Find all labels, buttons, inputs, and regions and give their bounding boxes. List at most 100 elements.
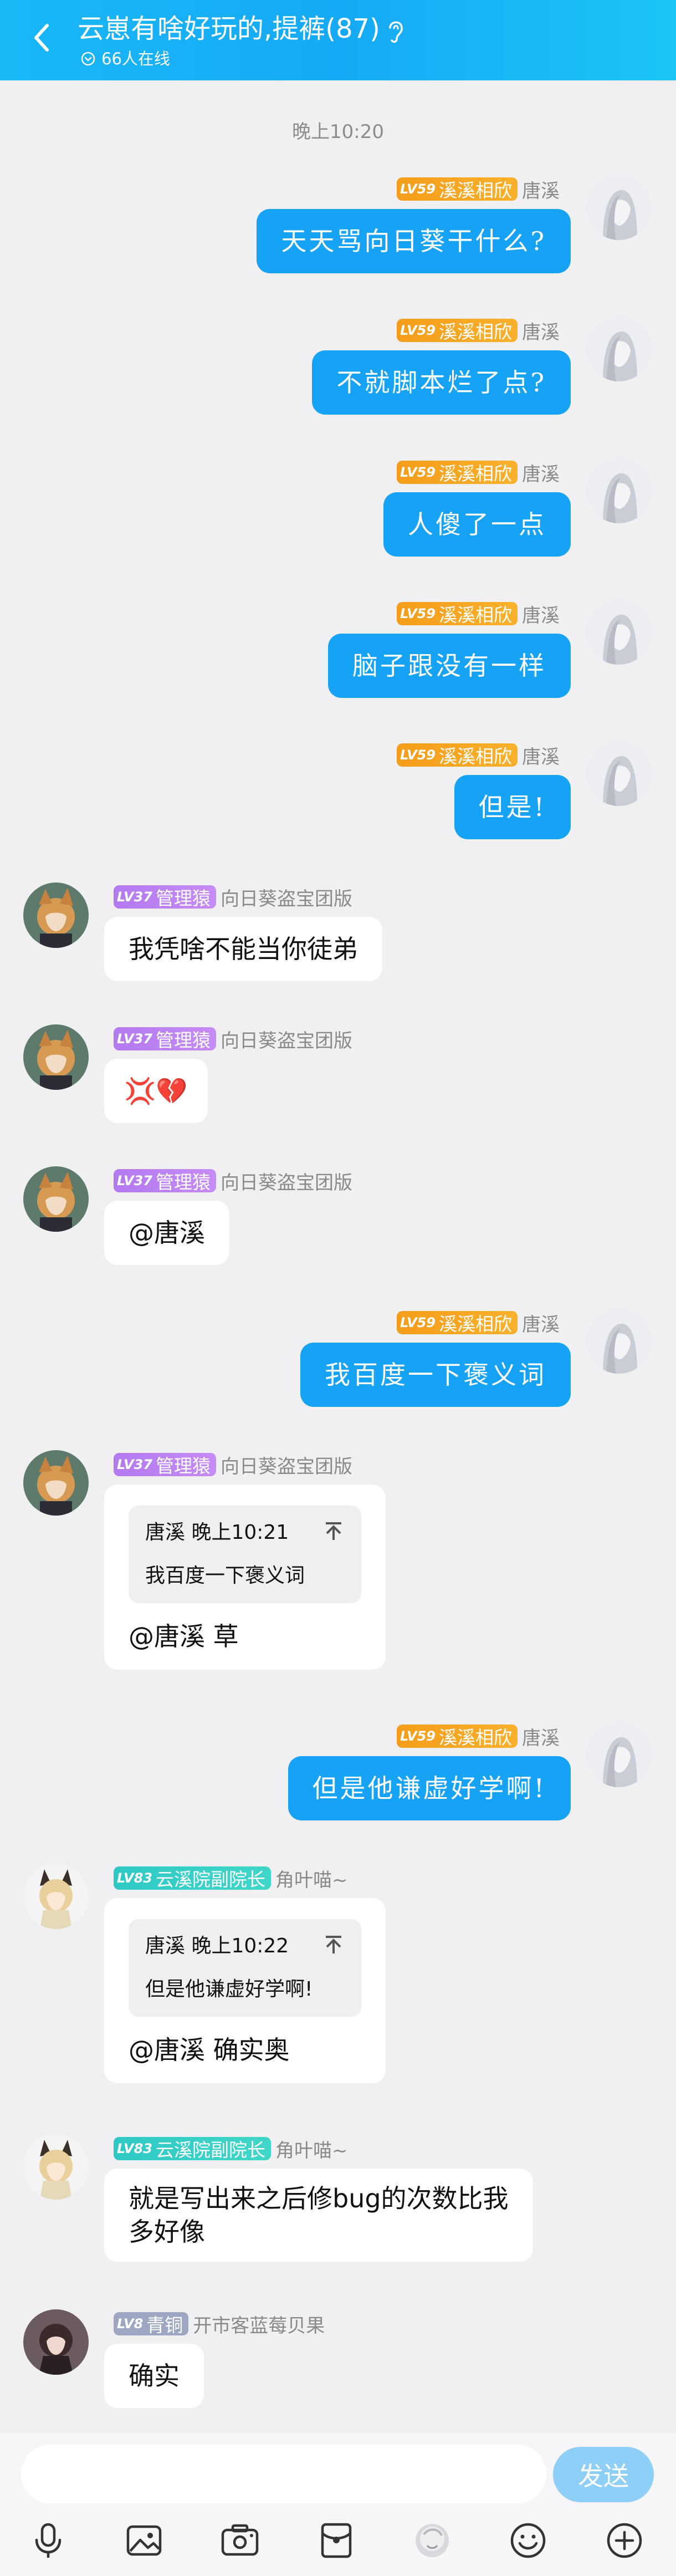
send-button[interactable]: 发送 xyxy=(553,2447,654,2502)
image-button[interactable] xyxy=(119,2516,169,2565)
message-bubble[interactable]: 我百度一下褒义词 xyxy=(300,1343,571,1407)
sticker-button[interactable] xyxy=(407,2516,457,2565)
sender-name: 角叶喵~ xyxy=(275,1869,348,1891)
message-text: @唐溪 草 xyxy=(129,1621,239,1651)
sender-name: 唐溪 xyxy=(522,746,560,768)
plus-icon xyxy=(607,2523,642,2558)
message-bubble[interactable]: 天天骂向日葵干什么? xyxy=(257,209,571,273)
avatar[interactable] xyxy=(586,1722,652,1787)
message-text-line: 多好像 xyxy=(129,2217,205,2247)
sender-meta: LV59 溪溪相欣 唐溪 xyxy=(397,460,560,486)
message-bubble[interactable]: 脑子跟没有一样 xyxy=(328,634,571,698)
emoji-icon xyxy=(510,2523,546,2558)
member-badge: LV83 云溪院副院长 xyxy=(114,1866,271,1890)
more-button[interactable] xyxy=(600,2516,649,2565)
online-count[interactable]: 66人在线 xyxy=(80,49,170,69)
sender-meta: LV37 管理猿 向日葵盗宝团版 xyxy=(114,885,352,910)
red-packet-button[interactable] xyxy=(311,2516,361,2565)
chat-header: 云崽有啥好玩的,提裤(87) 66人在线 xyxy=(0,0,676,80)
message-text: @唐溪 确实奥 xyxy=(129,2035,290,2065)
member-badge: LV59 溪溪相欣 xyxy=(397,319,518,343)
member-badge: LV37 管理猿 xyxy=(114,1169,216,1193)
badge-title: 溪溪相欣 xyxy=(439,746,512,767)
avatar[interactable] xyxy=(23,1450,89,1516)
sender-meta: LV59 溪溪相欣 唐溪 xyxy=(397,177,560,202)
sender-meta: LV8 青铜 开市客蓝莓贝果 xyxy=(114,2312,325,2337)
sender-name: 唐溪 xyxy=(522,604,560,627)
message-bubble[interactable]: 不就脚本烂了点? xyxy=(312,350,571,415)
back-button[interactable] xyxy=(30,21,64,60)
message-bubble[interactable]: 唐溪 晚上10:22 但是他谦虚好学啊! @唐溪 确实奥 xyxy=(104,1898,386,2083)
camera-icon xyxy=(221,2524,259,2556)
message-bubble[interactable]: @唐溪 xyxy=(104,1201,229,1265)
jump-to-top-icon[interactable] xyxy=(322,1520,345,1542)
quote-text: 但是他谦虚好学啊! xyxy=(145,1978,313,2001)
message-bubble[interactable]: 唐溪 晚上10:21 我百度一下褒义词 @唐溪 草 xyxy=(104,1485,386,1670)
sender-meta: LV59 溪溪相欣 唐溪 xyxy=(397,1310,560,1336)
level-label: LV59 xyxy=(400,747,436,763)
badge-title: 溪溪相欣 xyxy=(439,1313,512,1335)
quote-header: 唐溪 晚上10:21 xyxy=(145,1521,289,1544)
badge-title: 溪溪相欣 xyxy=(439,604,512,626)
level-label: LV37 xyxy=(117,889,152,905)
quoted-message[interactable]: 唐溪 晚上10:21 我百度一下褒义词 xyxy=(129,1506,361,1603)
message-bubble[interactable]: 但是他谦虚好学啊! xyxy=(288,1756,571,1820)
avatar[interactable] xyxy=(23,1166,89,1232)
level-label: LV8 xyxy=(117,2316,144,2332)
avatar[interactable] xyxy=(23,883,89,948)
quoted-message[interactable]: 唐溪 晚上10:22 但是他谦虚好学啊! xyxy=(129,1919,361,2017)
sender-meta: LV59 溪溪相欣 唐溪 xyxy=(397,601,560,627)
sender-name: 角叶喵~ xyxy=(275,2139,348,2162)
badge-title: 管理猿 xyxy=(155,887,211,909)
avatar[interactable] xyxy=(586,741,652,806)
sender-name: 唐溪 xyxy=(522,1313,560,1336)
level-label: LV37 xyxy=(117,1457,152,1472)
avatar[interactable] xyxy=(586,1308,652,1374)
level-label: LV83 xyxy=(117,2141,152,2156)
sender-meta: LV37 管理猿 向日葵盗宝团版 xyxy=(114,1452,352,1478)
ear-icon xyxy=(389,21,403,43)
sender-name: 向日葵盗宝团版 xyxy=(220,1171,352,1194)
jump-to-top-icon[interactable] xyxy=(322,1934,345,1956)
sender-name: 唐溪 xyxy=(522,1727,560,1749)
sender-name: 向日葵盗宝团版 xyxy=(220,1455,352,1478)
avatar[interactable] xyxy=(586,458,652,523)
sender-meta: LV59 溪溪相欣 唐溪 xyxy=(397,743,560,768)
chevron-left-icon xyxy=(34,24,49,52)
quote-text: 我百度一下褒义词 xyxy=(145,1564,305,1587)
avatar[interactable] xyxy=(586,316,652,381)
sender-name: 开市客蓝莓贝果 xyxy=(193,2314,325,2337)
badge-title: 溪溪相欣 xyxy=(439,1727,512,1748)
avatar[interactable] xyxy=(23,1864,89,1929)
level-label: LV59 xyxy=(400,606,436,621)
member-badge: LV37 管理猿 xyxy=(114,1453,216,1477)
avatar[interactable] xyxy=(23,2309,89,2375)
message-bubble[interactable]: 就是写出来之后修bug的次数比我 多好像 xyxy=(104,2169,533,2262)
emoji-button[interactable] xyxy=(503,2516,553,2565)
message-bubble[interactable]: 确实 xyxy=(104,2344,204,2408)
sender-meta: LV37 管理猿 向日葵盗宝团版 xyxy=(114,1169,352,1194)
sender-name: 唐溪 xyxy=(522,180,560,202)
microphone-button[interactable] xyxy=(23,2516,73,2565)
avatar[interactable] xyxy=(586,175,652,240)
level-label: LV59 xyxy=(400,465,436,480)
sender-meta: LV83 云溪院副院长 角叶喵~ xyxy=(114,1866,348,1891)
sender-meta: LV37 管理猿 向日葵盗宝团版 xyxy=(114,1027,352,1052)
online-count-text: 66人在线 xyxy=(101,49,170,68)
message-bubble[interactable]: 但是! xyxy=(454,775,571,839)
message-bubble[interactable]: 💢💔 xyxy=(104,1059,208,1123)
avatar[interactable] xyxy=(586,599,652,665)
camera-button[interactable] xyxy=(215,2516,265,2565)
badge-title: 管理猿 xyxy=(155,1171,211,1193)
member-badge: LV59 溪溪相欣 xyxy=(397,743,518,767)
message-bubble[interactable]: 我凭啥不能当你徒弟 xyxy=(104,917,382,981)
sender-meta: LV59 溪溪相欣 唐溪 xyxy=(397,1724,560,1749)
avatar[interactable] xyxy=(23,2134,89,2200)
avatar[interactable] xyxy=(23,1024,89,1090)
message-bubble[interactable]: 人傻了一点 xyxy=(383,492,571,557)
badge-title: 云溪院副院长 xyxy=(155,2139,265,2161)
member-badge: LV37 管理猿 xyxy=(114,1027,216,1051)
online-status-icon xyxy=(81,52,95,66)
message-input[interactable] xyxy=(21,2445,546,2503)
chat-title[interactable]: 云崽有啥好玩的,提裤(87) xyxy=(78,11,406,47)
